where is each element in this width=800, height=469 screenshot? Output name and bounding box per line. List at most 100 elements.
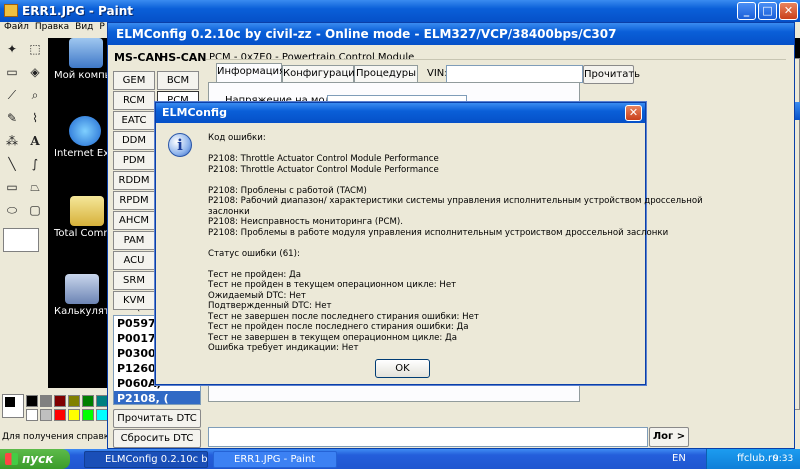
dialog-close-button[interactable]: ✕ [625,105,642,121]
fill-icon[interactable]: ◈ [26,63,44,81]
color-swatch[interactable] [82,409,94,421]
tab-info[interactable]: Информация [216,63,285,83]
ms-can-header: MS-CAN [114,51,164,64]
paint-menu-bar: Файл Правка Вид Р [0,22,110,36]
rounded-rect-icon[interactable]: ▢ [26,201,44,219]
clear-dtc-button[interactable]: Сбросить DTC [113,429,201,448]
color-swatch[interactable] [54,395,66,407]
color-swatch[interactable] [54,409,66,421]
paint-title: ERR1.JPG - Paint [22,4,133,18]
task-elmconfig[interactable]: ELMConfig 0.2.10c b... [84,451,208,468]
dialog-line: P2108: Throttle Actuator Control Module … [208,164,439,175]
menu-edit[interactable]: Правка [35,22,69,32]
module-button-rpdm[interactable]: RPDM [113,191,155,210]
dialog-message: Код ошибки: P2108: Throttle Actuator Cont… [208,133,703,354]
log-field[interactable] [208,427,648,447]
paint-toolbox: ✦ ⬚ ▭ ◈ ⟋ ⌕ ✎ ⌇ ⁂ A ╲ ∫ ▭ ⏢ ⬭ ▢ [0,38,46,254]
dialog-line: P2108: Throttle Actuator Control Module … [208,154,439,164]
foreground-color [5,397,15,407]
system-tray: ffclub.ru 9:33 [706,449,800,469]
dialog-title-bar[interactable]: ELMConfig [156,103,645,123]
magnifier-icon[interactable]: ⌕ [26,86,44,104]
module-button-rddm[interactable]: RDDM [113,171,155,190]
internet-explorer-icon [68,116,101,146]
clock: 9:33 [773,454,794,464]
color-swatch[interactable] [26,409,38,421]
tab-config[interactable]: Конфигурация [282,65,361,83]
ok-button[interactable]: OK [375,359,430,378]
polygon-icon[interactable]: ⏢ [26,178,44,196]
pencil-icon[interactable]: ✎ [3,109,21,127]
paint-app-icon [4,4,18,17]
task-paint[interactable]: ERR1.JPG - Paint [213,451,337,468]
menu-file[interactable]: Файл [4,22,29,32]
windows-logo-icon [5,453,18,465]
airbrush-icon[interactable]: ⁂ [3,132,21,150]
dialog-line: Код ошибки: [208,133,266,143]
dialog-line: P2108: Проблемы в работе модуля управлен… [208,227,669,238]
calculator-icon [64,274,99,304]
info-icon: i [168,133,192,157]
minimize-button[interactable]: _ [737,2,756,20]
task-paint-label: ERR1.JPG - Paint [234,454,316,465]
brush-icon[interactable]: ⌇ [26,109,44,127]
curve-icon[interactable]: ∫ [26,155,44,173]
log-button[interactable]: Лог > [649,427,689,447]
color-swatch[interactable] [68,395,80,407]
dialog-line: Тест не завершен после последнего стиран… [208,311,479,322]
dialog-title: ELMConfig [162,106,227,119]
dialog-line: P2108: Неисправность мониторинга (PCM). [208,217,403,227]
opaque-option-icon[interactable] [3,228,39,252]
rectangle-icon[interactable]: ▭ [3,178,21,196]
dialog-line: Тест не пройден: Да [208,269,302,280]
close-button[interactable]: ✕ [779,2,798,20]
module-button-gem[interactable]: GEM [113,71,155,90]
desktop-icon-calculator: Калькулят [54,274,110,317]
module-title: PCM - 0x7E0 - Powertrain Control Module [209,52,415,63]
read-vin-button[interactable]: Прочитать [583,65,640,84]
dialog-line [208,175,638,186]
color-swatch[interactable] [26,395,38,407]
language-indicator[interactable]: EN [672,453,686,464]
dialog-line: Тест не пройден в текущем операционном ц… [208,280,457,290]
start-label: пуск [22,452,54,466]
module-button-ahcm[interactable]: AHCM [113,211,155,230]
eraser-icon[interactable]: ▭ [3,63,21,81]
rect-select-icon[interactable]: ⬚ [26,40,44,58]
dialog-line [208,238,638,249]
current-colors[interactable] [2,394,24,418]
menu-image[interactable]: Р [99,22,104,32]
dialog-line: Подтвержденный DTC: Нет [208,301,332,311]
ellipse-icon[interactable]: ⬭ [3,201,21,219]
module-button-srm[interactable]: SRM [113,271,155,290]
module-button-rcm[interactable]: RCM [113,91,155,110]
module-button-ddm[interactable]: DDM [113,131,155,150]
color-swatch[interactable] [40,395,52,407]
dtc-item[interactable]: P2108, ( [114,391,200,404]
vin-input[interactable] [446,65,583,83]
color-swatch[interactable] [40,409,52,421]
dialog-line: Тест не пройден после последнего стирани… [208,322,469,332]
read-dtc-button[interactable]: Прочитать DTC [113,409,201,428]
free-select-icon[interactable]: ✦ [3,40,21,58]
menu-view[interactable]: Вид [75,22,93,32]
color-swatch[interactable] [68,409,80,421]
module-button-bcm[interactable]: BCM [157,71,199,90]
line-icon[interactable]: ╲ [3,155,21,173]
elm-title-bar[interactable]: ELMConfig 0.2.10c by civil-zz - Online m… [108,23,794,45]
picker-icon[interactable]: ⟋ [3,86,21,104]
module-button-pam[interactable]: PAM [113,231,155,250]
text-icon[interactable]: A [26,132,44,150]
module-button-pdm[interactable]: PDM [113,151,155,170]
module-button-kvm[interactable]: KVM [113,291,155,310]
color-swatch[interactable] [82,395,94,407]
module-button-eatc[interactable]: EATC [113,111,155,130]
module-button-acu[interactable]: ACU [113,251,155,270]
vin-label: VIN: [427,68,448,79]
tab-procedures[interactable]: Процедуры [354,65,418,83]
start-button[interactable]: пуск [0,449,70,469]
paint-title-bar[interactable]: ERR1.JPG - Paint [0,0,800,22]
elm-title: ELMConfig 0.2.10c by civil-zz - Online m… [116,27,617,41]
dialog-line: Статус ошибки (61): [208,248,300,259]
maximize-button[interactable]: □ [758,2,777,20]
